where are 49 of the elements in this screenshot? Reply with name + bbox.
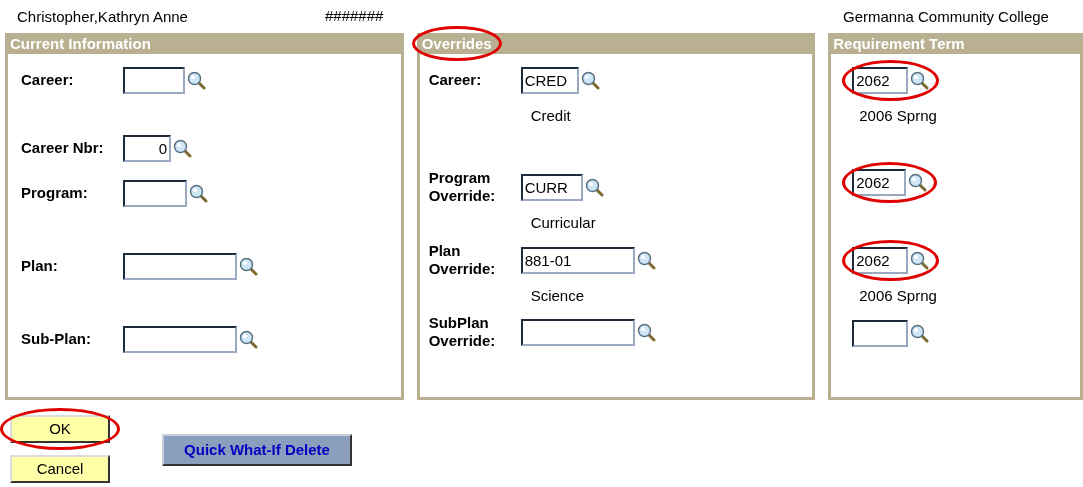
field-label: Career Nbr: — [21, 139, 105, 157]
delete-button[interactable]: Quick What-If Delete — [162, 434, 352, 466]
search-icon[interactable] — [584, 177, 604, 197]
search-icon[interactable] — [910, 250, 930, 270]
input-field[interactable]: 881-01 — [520, 246, 635, 274]
input-field[interactable]: 2062 — [852, 246, 909, 274]
search-icon[interactable] — [187, 70, 206, 90]
input-field[interactable]: 2062 — [852, 168, 907, 196]
panel-title: Current Information — [10, 35, 151, 52]
input-field[interactable]: CURR — [520, 173, 583, 201]
field-label: Sub-Plan: — [21, 330, 92, 348]
input-field[interactable] — [520, 318, 635, 346]
institution-name: Germanna Community College — [843, 7, 1049, 27]
field-description: Science — [530, 287, 584, 304]
input-field[interactable]: 2062 — [852, 66, 909, 94]
panel-title: Overrides — [421, 35, 492, 52]
search-icon[interactable] — [173, 138, 192, 158]
field-label: Program: — [21, 184, 89, 202]
ok-button[interactable]: OK — [10, 415, 110, 443]
field-label: Program Override: — [428, 169, 497, 205]
field-description: Curricular — [530, 214, 596, 231]
search-icon[interactable] — [908, 172, 928, 192]
field-description: 2006 Sprng — [859, 107, 937, 124]
field-label: SubPlan Override: — [428, 314, 497, 350]
cancel-button[interactable]: Cancel — [10, 455, 110, 483]
panel-title: Requirement Term — [833, 35, 965, 52]
search-icon[interactable] — [189, 183, 208, 203]
search-icon[interactable] — [239, 256, 258, 276]
search-icon[interactable] — [910, 70, 930, 90]
field-label: Plan Override: — [428, 242, 497, 278]
field-description: Credit — [530, 107, 571, 124]
field-label: Plan: — [21, 257, 59, 275]
field-label: Career: — [428, 71, 483, 89]
input-field[interactable] — [123, 66, 185, 94]
input-field[interactable] — [852, 319, 909, 347]
input-field[interactable] — [123, 252, 237, 280]
search-icon[interactable] — [636, 322, 656, 342]
search-icon[interactable] — [580, 70, 600, 90]
input-field[interactable]: 0 — [123, 134, 171, 162]
student-name: Christopher,Kathryn Anne — [17, 7, 188, 27]
input-field[interactable] — [123, 325, 237, 353]
search-icon[interactable] — [239, 329, 258, 349]
search-icon[interactable] — [636, 250, 656, 270]
field-description: 2006 Sprng — [859, 287, 937, 304]
input-field[interactable] — [123, 179, 187, 207]
student-id: ####### — [325, 6, 384, 26]
field-label: Career: — [21, 71, 75, 89]
search-icon[interactable] — [910, 323, 930, 343]
input-field[interactable]: CRED — [520, 66, 579, 94]
